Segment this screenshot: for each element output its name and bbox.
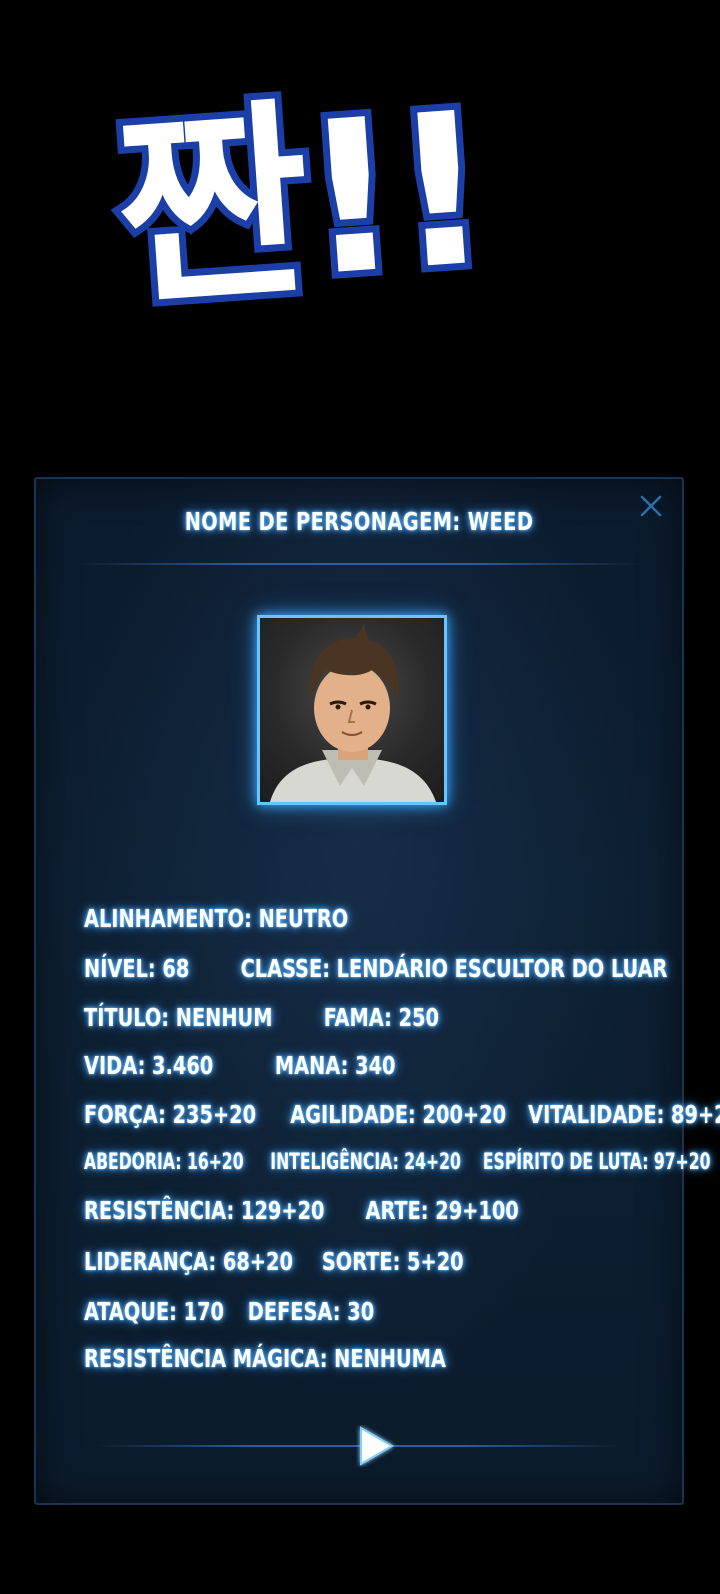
stat-life: VIDA: 3.460 (84, 1051, 214, 1080)
stat-row-title-fame: TÍTULO: NENHUM FAMA: 250 (84, 1003, 439, 1032)
stat-vitality: VITALIDADE: 89+20 (528, 1100, 720, 1129)
stat-alignment: ALINHAMENTO: NEUTRO (84, 904, 349, 933)
play-arrow-icon[interactable] (356, 1425, 396, 1467)
stat-resistance: RESISTÊNCIA: 129+20 (84, 1196, 325, 1225)
character-avatar (257, 615, 447, 805)
stat-art: ARTE: 29+100 (365, 1196, 519, 1225)
stat-row-strength-agility-vitality: FORÇA: 235+20 AGILIDADE: 200+20 VITALIDA… (84, 1100, 720, 1129)
stat-row-life-mana: VIDA: 3.460 MANA: 340 (84, 1051, 395, 1080)
stat-row-leadership-luck: LIDERANÇA: 68+20 SORTE: 5+20 (84, 1247, 464, 1276)
stat-row-attack-defense: ATAQUE: 170 DEFESA: 30 (84, 1297, 374, 1326)
stat-fame: FAMA: 250 (323, 1003, 439, 1032)
status-window: NOME DE PERSONAGEM: WEED ALINHAMENTO: NE… (34, 477, 720, 1505)
character-portrait-image (270, 624, 436, 802)
stat-row-resistance-art: RESISTÊNCIA: 129+20 ARTE: 29+100 (84, 1196, 519, 1225)
stat-row-alignment: ALINHAMENTO: NEUTRO (84, 904, 348, 933)
stat-magic-resistance: RESISTÊNCIA MÁGICA: NENHUMA (84, 1344, 446, 1373)
stat-wisdom: ABEDORIA: 16+20 (84, 1150, 244, 1175)
stat-leadership: LIDERANÇA: 68+20 (84, 1247, 293, 1276)
title-divider (76, 563, 642, 565)
character-name-title: NOME DE PERSONAGEM: WEED (184, 507, 534, 536)
stat-row-wisdom-intelligence-spirit: ABEDORIA: 16+20 INTELIGÊNCIA: 24+20 ESPÍ… (84, 1150, 711, 1175)
stat-intelligence: INTELIGÊNCIA: 24+20 (270, 1150, 461, 1175)
stat-attack: ATAQUE: 170 (84, 1297, 225, 1326)
sound-effect-title: 짠!! (102, 59, 580, 410)
stat-class: CLASSE: LENDÁRIO ESCULTOR DO LUAR (240, 954, 668, 983)
stat-fighting-spirit: ESPÍRITO DE LUTA: 97+20 (482, 1150, 711, 1175)
sound-effect-text: 짠!! (102, 59, 499, 343)
stat-defense: DEFESA: 30 (247, 1297, 375, 1326)
stat-row-level-class: NÍVEL: 68 CLASSE: LENDÁRIO ESCULTOR DO L… (84, 954, 667, 983)
stat-strength: FORÇA: 235+20 (84, 1100, 257, 1129)
stat-mana: MANA: 340 (274, 1051, 396, 1080)
close-icon[interactable] (638, 493, 664, 519)
stat-row-magic-resistance: RESISTÊNCIA MÁGICA: NENHUMA (84, 1344, 446, 1373)
stat-level: NÍVEL: 68 (84, 954, 190, 983)
stat-title: TÍTULO: NENHUM (84, 1003, 273, 1032)
stat-luck: SORTE: 5+20 (321, 1247, 464, 1276)
stat-agility: AGILIDADE: 200+20 (290, 1100, 507, 1129)
